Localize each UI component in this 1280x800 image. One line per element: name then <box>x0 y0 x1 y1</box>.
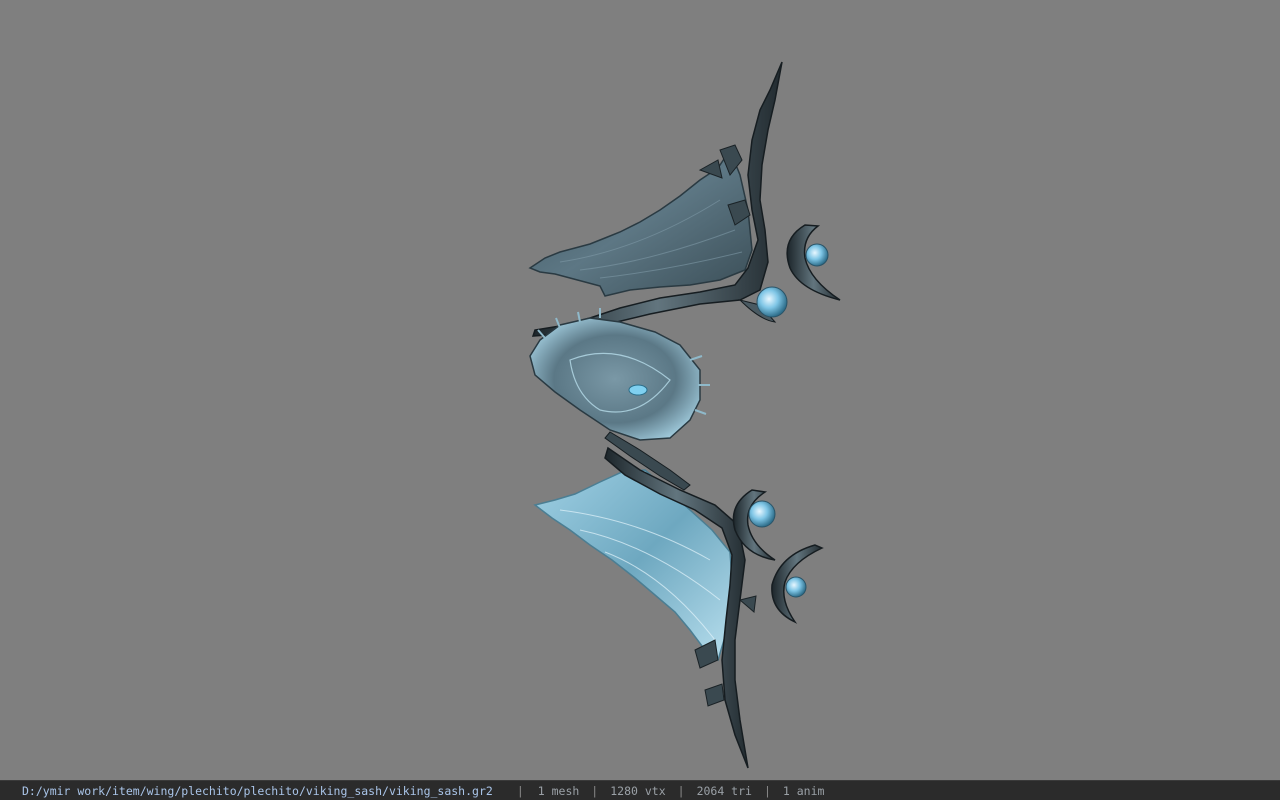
status-bar: D:/ymir work/item/wing/plechito/plechito… <box>0 780 1280 800</box>
anim-count: 1 anim <box>782 783 825 798</box>
wing-model[interactable] <box>0 0 1280 780</box>
separator: | <box>516 783 524 798</box>
mesh-count: 1 mesh <box>537 783 580 798</box>
separator: | <box>763 783 771 798</box>
3d-viewport[interactable] <box>0 0 1280 780</box>
separator: | <box>677 783 685 798</box>
triangle-count: 2064 tri <box>696 783 752 798</box>
vertex-count: 1280 vtx <box>610 783 666 798</box>
separator: | <box>591 783 599 798</box>
file-path: D:/ymir work/item/wing/plechito/plechito… <box>22 783 493 798</box>
